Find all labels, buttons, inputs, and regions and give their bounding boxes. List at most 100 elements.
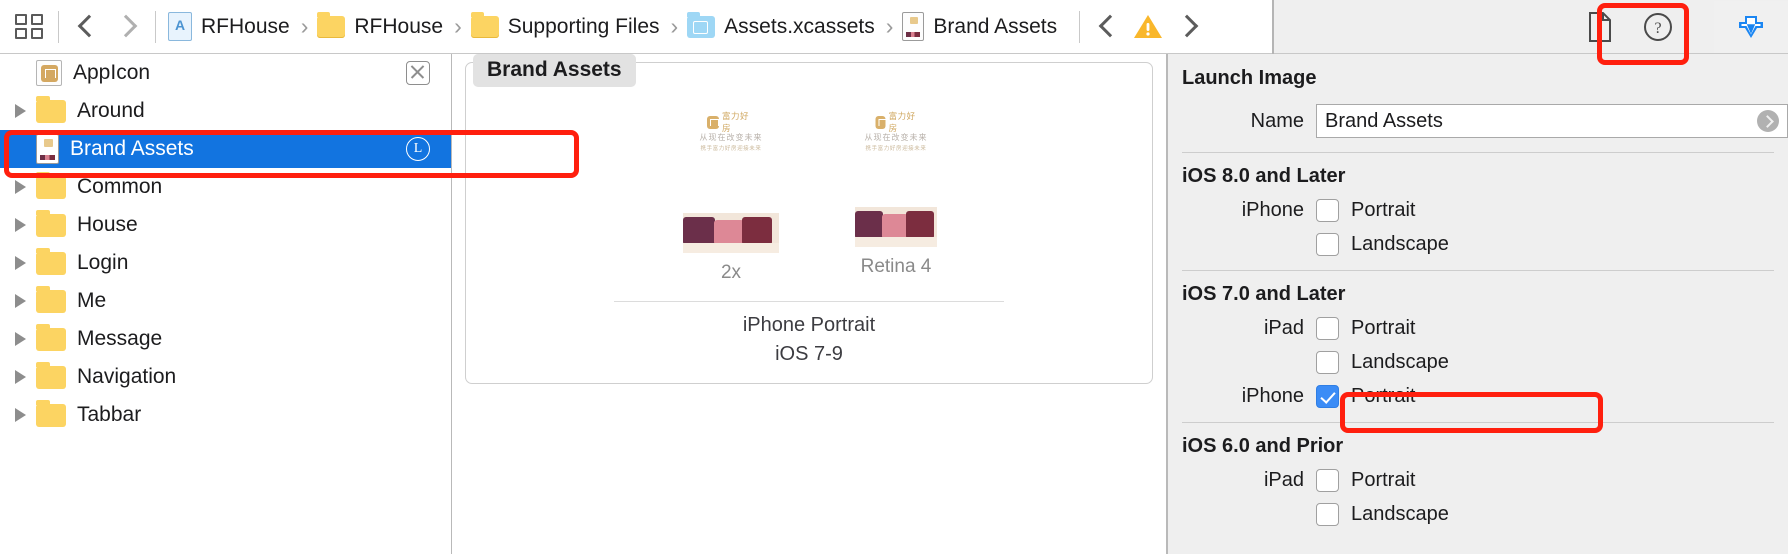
sidebar-item-label: Message	[77, 327, 163, 350]
chevron-right-icon	[1175, 12, 1201, 42]
disclosure-triangle-icon[interactable]	[10, 176, 32, 198]
quick-help-button[interactable]: ?	[1638, 5, 1678, 49]
toolbar: RFHouse › RFHouse › Supporting Files › A…	[0, 0, 1788, 54]
breadcrumb-separator: ›	[454, 13, 462, 39]
orientation-label: Landscape	[1351, 233, 1449, 255]
sidebar-item-me[interactable]: Me	[0, 282, 451, 320]
folder-icon	[36, 95, 66, 123]
asset-card-title: Brand Assets	[473, 54, 636, 87]
launch-image-thumbnail[interactable]: 富力好房 从现在改变未来 携手富力好房迎接未来	[855, 101, 937, 247]
file-inspector-button[interactable]	[1580, 5, 1620, 49]
group-title-ios8: iOS 8.0 and Later	[1182, 165, 1346, 187]
launch-headline: 从现在改变未来	[864, 133, 928, 142]
next-issue-button[interactable]	[1168, 5, 1208, 49]
launch-image-badge: L	[405, 136, 431, 162]
breadcrumb-label: Brand Assets	[933, 14, 1058, 38]
checkbox-row-ios8-iphone-portrait[interactable]: iPhone Portrait	[1168, 199, 1788, 222]
sidebar-item-message[interactable]: Message	[0, 320, 451, 358]
checkbox-row-ios6-ipad-landscape[interactable]: Landscape	[1168, 503, 1788, 526]
hide-inspector-icon	[1734, 10, 1768, 44]
image-slot-retina4[interactable]: 富力好房 从现在改变未来 携手富力好房迎接未来 Retina 4	[855, 101, 937, 284]
checkbox[interactable]	[1316, 503, 1339, 526]
checkbox[interactable]	[1316, 199, 1339, 222]
checkbox-row-ios7-iphone-portrait[interactable]: iPhone Portrait	[1168, 385, 1788, 408]
disclosure-triangle-icon[interactable]	[10, 100, 32, 122]
checkbox[interactable]	[1316, 385, 1339, 408]
sidebar-item-label: Brand Assets	[70, 137, 194, 160]
previous-issue-button[interactable]	[1088, 5, 1128, 49]
card-caption-line-2: iOS 7-9	[775, 343, 843, 365]
checkbox-row-ios7-ipad-landscape[interactable]: Landscape	[1168, 351, 1788, 374]
breadcrumb-item-xcassets[interactable]: Assets.xcassets	[687, 11, 875, 39]
breadcrumb-item-brand-assets[interactable]: Brand Assets	[902, 12, 1057, 41]
checkbox-row-ios7-ipad-portrait[interactable]: iPad Portrait	[1168, 317, 1788, 340]
issue-warning-button[interactable]	[1128, 5, 1168, 49]
folder-icon	[36, 323, 66, 351]
sidebar-item-around[interactable]: Around	[0, 92, 451, 130]
checkbox[interactable]	[1316, 469, 1339, 492]
launch-image-thumbnail[interactable]: 富力好房 从现在改变未来 携手富力好房迎接未来	[683, 101, 779, 253]
checkbox[interactable]	[1316, 351, 1339, 374]
sidebar-item-label: House	[77, 213, 138, 236]
disclosure-triangle-icon[interactable]	[10, 366, 32, 388]
sidebar-item-common[interactable]: Common	[0, 168, 451, 206]
inspector-divider-2	[1182, 270, 1774, 271]
sidebar-item-label: Tabbar	[77, 403, 142, 426]
breadcrumb-label: RFHouse	[354, 14, 444, 38]
disclosure-triangle-icon[interactable]	[10, 138, 32, 160]
breadcrumb-separator: ›	[885, 13, 894, 39]
brand-logo: 富力好房	[707, 110, 755, 134]
navigate-forward-button[interactable]	[107, 5, 147, 49]
folder-icon	[36, 247, 66, 275]
breadcrumb-label: RFHouse	[201, 14, 290, 38]
breadcrumb-item-supporting-files[interactable]: Supporting Files	[470, 11, 660, 39]
disclosure-triangle-icon[interactable]	[10, 404, 32, 426]
sidebar-item-login[interactable]: Login	[0, 244, 451, 282]
device-label: iPad	[1263, 469, 1304, 491]
disclosure-triangle-icon[interactable]	[10, 290, 32, 312]
name-field-row: Name Brand Assets	[1168, 104, 1788, 138]
navigate-back-button[interactable]	[67, 5, 107, 49]
sidebar-item-house[interactable]: House	[0, 206, 451, 244]
sidebar-item-tabbar[interactable]: Tabbar	[0, 396, 451, 434]
editor-layout-button[interactable]	[10, 5, 50, 49]
orientation-label: Portrait	[1351, 469, 1416, 491]
breadcrumb-separator: ›	[300, 13, 309, 39]
toolbar-divider-2	[155, 10, 156, 43]
inspector-toggle-button[interactable]	[1714, 0, 1788, 53]
orientation-label: Landscape	[1351, 503, 1449, 525]
brand-logo: 富力好房	[875, 110, 917, 134]
name-input[interactable]: Brand Assets	[1316, 104, 1788, 138]
arrow-right-icon[interactable]	[1757, 110, 1779, 132]
warning-triangle-icon	[1133, 13, 1163, 40]
disclosure-triangle-icon[interactable]	[10, 214, 32, 236]
checkbox-row-ios8-iphone-landscape[interactable]: Landscape	[1168, 233, 1788, 256]
launch-headline: 从现在改变未来	[699, 133, 763, 142]
asset-catalog-sidebar[interactable]: AppIcon Around Brand Assets L Common Hou…	[0, 54, 452, 554]
sidebar-item-navigation[interactable]: Navigation	[0, 358, 451, 396]
file-inspector-icon	[1588, 11, 1612, 42]
group-title-ios6: iOS 6.0 and Prior	[1182, 435, 1344, 457]
checkbox[interactable]	[1316, 317, 1339, 340]
unassigned-x-badge	[405, 60, 431, 86]
toolbar-left: RFHouse › RFHouse › Supporting Files › A…	[0, 0, 1272, 54]
folder-icon	[317, 11, 346, 38]
appicon-asset-icon	[36, 60, 62, 86]
sidebar-item-brand-assets[interactable]: Brand Assets L	[0, 130, 451, 168]
asset-set-card[interactable]: Brand Assets 富力好房 从现在改变未来 携手富力好房迎接未来 2x …	[465, 54, 1153, 384]
sidebar-item-appicon[interactable]: AppIcon	[0, 54, 451, 92]
breadcrumb-item-project[interactable]: RFHouse	[168, 12, 290, 41]
disclosure-triangle-icon[interactable]	[10, 328, 32, 350]
card-caption: iPhone Portrait iOS 7-9	[466, 311, 1152, 369]
disclosure-triangle-icon[interactable]	[10, 62, 32, 84]
disclosure-triangle-icon[interactable]	[10, 252, 32, 274]
image-slot-2x[interactable]: 富力好房 从现在改变未来 携手富力好房迎接未来 2x	[683, 101, 779, 284]
xcassets-icon	[687, 11, 716, 38]
breadcrumb-item-group[interactable]: RFHouse	[317, 11, 444, 39]
brand-logo-text: 富力好房	[721, 112, 749, 134]
brand-logo-text: 富力好房	[888, 112, 916, 134]
group-title-ios7: iOS 7.0 and Later	[1182, 283, 1346, 305]
checkbox-row-ios6-ipad-portrait[interactable]: iPad Portrait	[1168, 469, 1788, 492]
sidebar-item-label: Me	[77, 289, 107, 312]
checkbox[interactable]	[1316, 233, 1339, 256]
